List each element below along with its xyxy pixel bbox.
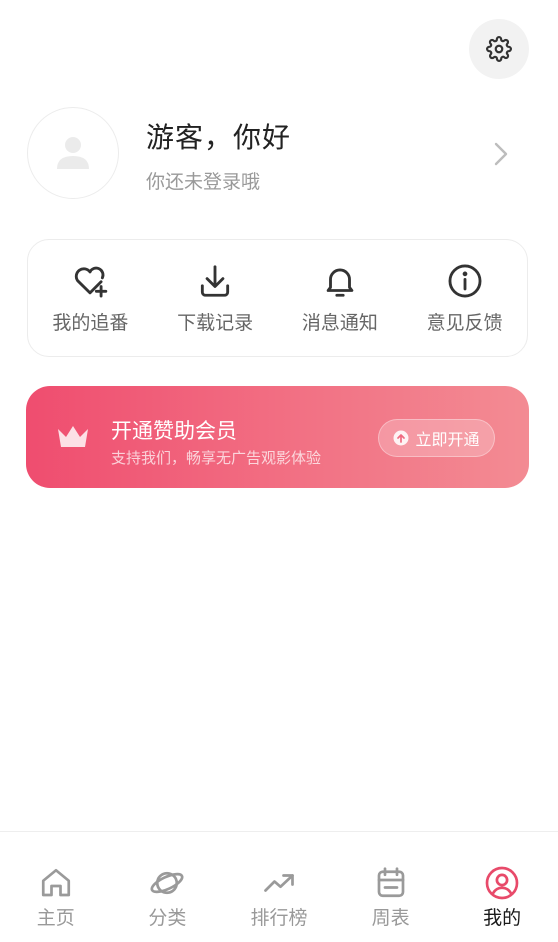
bell-icon [326, 268, 354, 297]
planet-icon [150, 871, 184, 895]
avatar[interactable] [27, 107, 119, 199]
login-hint: 你还未登录哦 [146, 171, 261, 193]
nav-item-mine[interactable]: 我的 [452, 832, 552, 930]
profile-icon [485, 866, 519, 900]
crown-icon [58, 426, 88, 447]
nav-label: 主页 [36, 907, 75, 929]
greeting-title[interactable]: 游客，你好 [146, 116, 291, 156]
nav-label: 排行榜 [250, 907, 308, 929]
nav-label: 分类 [148, 907, 187, 929]
user-icon [57, 137, 89, 169]
gear-icon [486, 36, 512, 62]
download-icon [201, 264, 230, 297]
quick-action-feedback[interactable]: 意见反馈 [415, 262, 515, 335]
nav-item-category[interactable]: 分类 [117, 832, 217, 930]
arrow-up-circle-icon [393, 430, 409, 446]
nav-item-ranking[interactable]: 排行榜 [229, 832, 329, 930]
quick-action-label: 我的追番 [52, 311, 129, 334]
calendar-icon [377, 867, 404, 898]
heart-plus-icon [75, 266, 108, 297]
info-icon [448, 264, 482, 297]
vip-subscribe-button[interactable]: 立即开通 [378, 419, 495, 457]
chevron-right-icon[interactable] [488, 140, 514, 168]
nav-label: 周表 [371, 907, 410, 929]
home-icon [41, 868, 70, 897]
settings-button[interactable] [469, 19, 529, 79]
quick-action-notifications[interactable]: 消息通知 [290, 262, 390, 335]
quick-action-favorites[interactable]: 我的追番 [40, 262, 140, 335]
nav-label: 我的 [483, 907, 522, 929]
trending-icon [264, 874, 294, 892]
quick-action-label: 下载记录 [177, 311, 254, 334]
vip-title: 开通赞助会员 [111, 419, 237, 443]
bottom-nav: 主页 分类 排行榜 周表 我的 [0, 831, 558, 942]
vip-subscribe-label: 立即开通 [415, 430, 480, 449]
vip-subtitle: 支持我们，畅享无广告观影体验 [111, 449, 322, 467]
quick-action-label: 意见反馈 [426, 311, 503, 334]
quick-actions-card: 我的追番 下载记录 消息通知 意见反馈 [27, 239, 528, 357]
quick-action-label: 消息通知 [301, 311, 378, 334]
vip-banner[interactable]: 开通赞助会员 支持我们，畅享无广告观影体验 立即开通 [26, 386, 529, 488]
quick-action-downloads[interactable]: 下载记录 [165, 262, 265, 335]
nav-item-home[interactable]: 主页 [6, 832, 106, 930]
nav-item-schedule[interactable]: 周表 [341, 832, 441, 930]
